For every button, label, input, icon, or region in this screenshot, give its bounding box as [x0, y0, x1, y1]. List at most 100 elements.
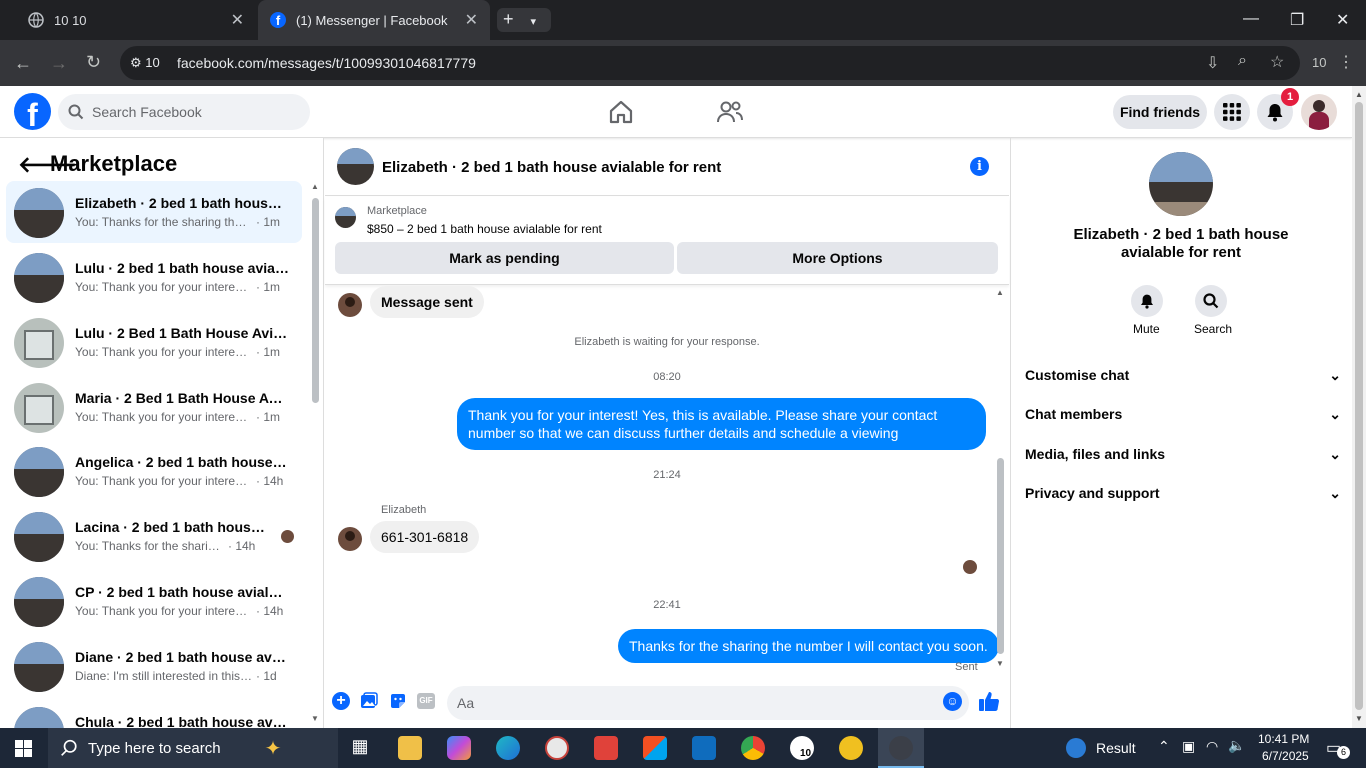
- details-listing-avatar[interactable]: [1149, 152, 1213, 216]
- menu-grid-button[interactable]: [1214, 94, 1250, 130]
- notifications-button[interactable]: 1: [1257, 88, 1299, 130]
- clock-time[interactable]: 10:41 PM: [1258, 732, 1309, 746]
- emoji-icon[interactable]: ☺: [943, 692, 962, 711]
- anydesk-icon[interactable]: [594, 736, 618, 760]
- profile-badge[interactable]: 10: [1312, 55, 1326, 70]
- store-icon[interactable]: [643, 736, 667, 760]
- chat-listing-avatar[interactable]: [337, 148, 374, 185]
- zoom-icon[interactable]: ⌕: [1238, 52, 1247, 70]
- conversation-list-scrollbar[interactable]: [312, 198, 319, 403]
- scroll-up-icon[interactable]: ▲: [996, 288, 1004, 297]
- listing-price-title[interactable]: $850 – 2 bed 1 bath house avialable for …: [367, 222, 602, 236]
- conversation-item[interactable]: Lulu · 2 Bed 1 Bath House Avialable You:…: [6, 311, 302, 373]
- scroll-down-icon[interactable]: ▼: [996, 659, 1004, 668]
- result-label[interactable]: Result: [1096, 740, 1136, 756]
- volume-icon[interactable]: 🔈: [1228, 737, 1245, 754]
- browser-tab-2[interactable]: f (1) Messenger | Facebook ✕: [258, 0, 490, 40]
- reload-icon[interactable]: ↻: [86, 52, 101, 73]
- outlook-icon[interactable]: [692, 736, 716, 760]
- media-files-links-section[interactable]: Media, files and links ⌄: [1025, 446, 1345, 462]
- install-app-icon[interactable]: ⇩: [1206, 53, 1219, 73]
- back-icon[interactable]: ←: [14, 53, 32, 74]
- customise-chat-section[interactable]: Customise chat ⌄: [1025, 367, 1345, 383]
- like-icon[interactable]: [978, 690, 1000, 712]
- copilot-sparkle-icon[interactable]: ✦: [265, 736, 282, 761]
- app-icon[interactable]: [545, 736, 569, 760]
- conversation-item[interactable]: Chula · 2 bed 1 bath house avialable for…: [6, 700, 302, 728]
- facebook-logo[interactable]: f: [14, 93, 51, 130]
- plus-circle-icon[interactable]: +: [332, 692, 350, 710]
- page-scrollbar[interactable]: ▲ ▼: [1352, 86, 1366, 728]
- conversation-item[interactable]: Elizabeth · 2 bed 1 bath house avialable…: [6, 181, 302, 243]
- page-scroll-thumb[interactable]: [1355, 102, 1363, 710]
- conversation-item[interactable]: CP · 2 bed 1 bath house avialable for re…: [6, 570, 302, 632]
- photo-icon[interactable]: [360, 692, 378, 710]
- file-explorer-icon[interactable]: [398, 736, 422, 760]
- wifi-icon[interactable]: ◠: [1206, 738, 1218, 755]
- message-thread: Message sent Elizabeth is waiting for yo…: [325, 286, 1009, 684]
- hidden-icons-chevron-icon[interactable]: ⌃: [1158, 738, 1170, 755]
- notification-count: 6: [1337, 746, 1350, 759]
- facebook-search-input[interactable]: Search Facebook: [58, 94, 310, 130]
- minimize-icon[interactable]: —: [1243, 10, 1259, 28]
- conversation-item[interactable]: Lulu · 2 bed 1 bath house avialable for …: [6, 246, 302, 308]
- message-input[interactable]: Aa: [447, 686, 969, 720]
- conversation-item[interactable]: Diane · 2 bed 1 bath house avialable for…: [6, 635, 302, 697]
- conversation-item[interactable]: Maria · 2 Bed 1 Bath House Avialable You…: [6, 376, 302, 438]
- chrome-profile-icon[interactable]: 10: [790, 736, 814, 760]
- device-icon[interactable]: ▣: [1182, 738, 1195, 755]
- info-icon[interactable]: i: [970, 157, 989, 176]
- active-app-button[interactable]: [878, 728, 924, 768]
- bookmark-star-icon[interactable]: ☆: [1270, 52, 1284, 72]
- scroll-down-icon[interactable]: ▼: [1355, 714, 1363, 723]
- search-in-chat-button[interactable]: [1195, 285, 1227, 317]
- site-info-icon[interactable]: ⚙ 10: [130, 55, 160, 71]
- copilot-icon[interactable]: [447, 736, 471, 760]
- conversation-item[interactable]: Lacina · 2 bed 1 bath house avialable fo…: [6, 505, 302, 567]
- grid-menu-icon: [1223, 103, 1241, 121]
- task-view-icon[interactable]: ▦: [348, 736, 372, 760]
- tab-search-chevron-icon[interactable]: ▾: [531, 16, 537, 28]
- conversation-preview: You: Thank you for your interest! Yes, t…: [75, 474, 289, 488]
- privacy-support-section[interactable]: Privacy and support ⌄: [1025, 485, 1345, 501]
- browser-tab-1[interactable]: 10 10 ✕: [16, 0, 256, 40]
- listing-thumbnail: [14, 253, 64, 303]
- clock-date[interactable]: 6/7/2025: [1262, 749, 1309, 763]
- more-options-button[interactable]: More Options: [677, 242, 998, 274]
- read-receipt-avatar: [963, 560, 977, 574]
- chat-title[interactable]: Elizabeth · 2 bed 1 bath house avialable…: [382, 159, 721, 176]
- windows-start-icon[interactable]: [15, 740, 32, 757]
- chrome-icon[interactable]: [741, 736, 765, 760]
- forward-icon[interactable]: →: [50, 53, 68, 74]
- edge-icon[interactable]: [496, 736, 520, 760]
- sticker-icon[interactable]: [389, 692, 407, 710]
- preview-text: You: Thanks for the sharing the number I…: [75, 215, 253, 229]
- mark-as-pending-button[interactable]: Mark as pending: [335, 242, 674, 274]
- find-friends-button[interactable]: Find friends: [1113, 95, 1207, 129]
- thread-scrollbar[interactable]: [997, 458, 1004, 654]
- close-tab-icon[interactable]: ✕: [231, 10, 244, 30]
- close-tab-icon[interactable]: ✕: [465, 10, 478, 30]
- search-icon: [61, 739, 77, 756]
- conversation-item[interactable]: Angelica · 2 bed 1 bath house avialable …: [6, 440, 302, 502]
- conversation-preview: You: Thank you for your interest! Yes, t…: [75, 604, 289, 618]
- restore-icon[interactable]: ❐: [1290, 10, 1304, 30]
- xbox-icon[interactable]: [839, 736, 863, 760]
- profile-avatar[interactable]: [1301, 94, 1337, 130]
- mute-button[interactable]: [1131, 285, 1163, 317]
- new-tab-button[interactable]: + ▾: [497, 8, 551, 32]
- message-composer: + GIF Aa ☺: [325, 684, 1009, 728]
- taskbar-search-input[interactable]: Type here to search ✦: [48, 728, 338, 768]
- home-icon[interactable]: [608, 99, 634, 125]
- friends-icon[interactable]: [716, 99, 744, 125]
- close-window-icon[interactable]: ✕: [1336, 10, 1349, 30]
- scroll-up-icon[interactable]: ▲: [311, 182, 319, 191]
- listing-mini-thumbnail[interactable]: [335, 207, 356, 228]
- chat-members-section[interactable]: Chat members ⌄: [1025, 406, 1345, 422]
- address-bar[interactable]: ⚙ 10 facebook.com/messages/t/10099301046…: [120, 46, 1300, 80]
- result-widget-icon[interactable]: [1066, 738, 1086, 758]
- scroll-up-icon[interactable]: ▲: [1355, 90, 1363, 99]
- scroll-down-icon[interactable]: ▼: [311, 714, 319, 723]
- menu-kebab-icon[interactable]: ⋮: [1338, 52, 1354, 72]
- gif-button[interactable]: GIF: [417, 693, 435, 709]
